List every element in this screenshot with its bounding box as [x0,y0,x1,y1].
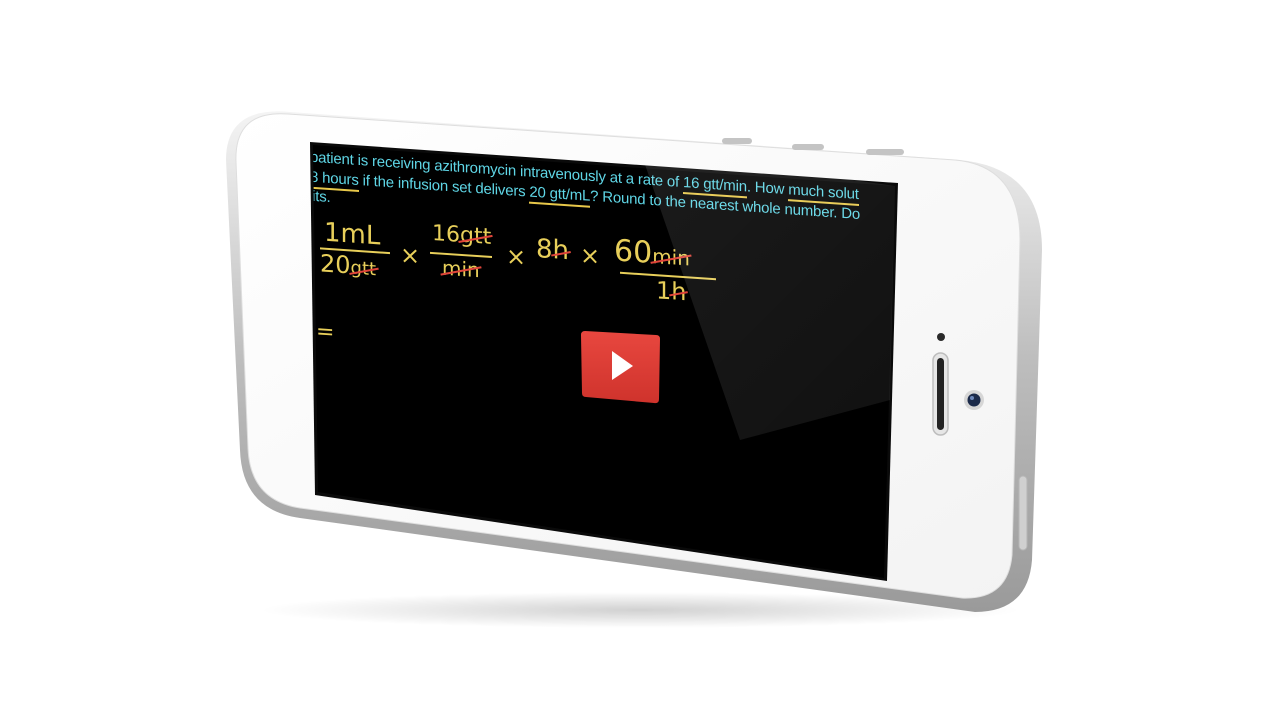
question-text: . How [746,178,789,199]
top-button-3[interactable] [866,149,904,155]
term3: 8h [536,234,570,267]
times-sign-3: × [580,241,601,271]
frac1-denominator: 20gtt [320,249,377,281]
frac4-numerator: 60min [614,233,690,271]
stage: patient is receiving azithromycin intrav… [0,0,1280,719]
frac4-denominator: 1h [656,276,687,307]
top-button-2[interactable] [792,144,824,150]
earpiece-speaker-grille [937,358,944,430]
frac2-numerator: 16gtt [432,220,492,251]
play-icon [581,331,660,404]
front-camera-glint [970,396,974,400]
frac1-numerator: 1mL [324,217,381,252]
cancelled-unit: gtt [460,222,492,251]
play-button[interactable] [581,329,660,405]
equals-sign: = [316,319,335,346]
times-sign-2: × [506,242,527,272]
cancelled-unit: min [652,243,690,271]
cancelled-unit: gtt [350,257,377,281]
cancelled-unit: min [442,255,480,283]
frac2-denominator: min [442,256,480,283]
front-camera-lens [967,393,981,407]
side-button[interactable] [1018,475,1028,551]
cancelled-unit: h [671,277,687,307]
cancelled-unit: h [552,235,570,267]
top-button-1[interactable] [722,138,752,144]
proximity-sensor-icon [937,333,945,341]
highlighted-drop-factor: 20 gtt/mL [529,183,591,208]
times-sign-1: × [400,240,421,271]
